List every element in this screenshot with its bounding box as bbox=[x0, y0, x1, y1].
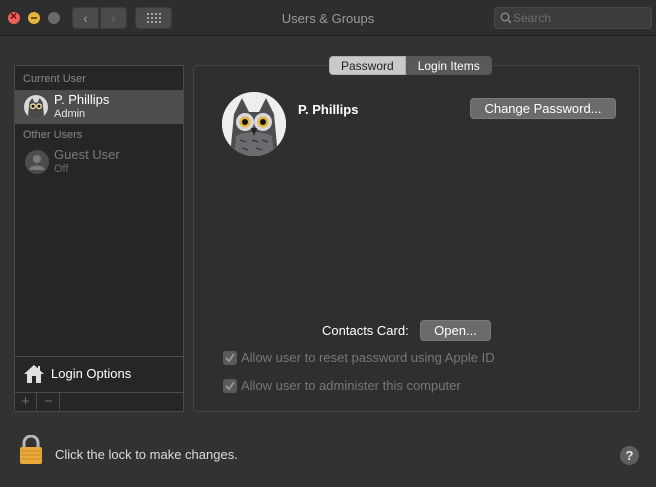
current-user-role: Admin bbox=[54, 108, 86, 120]
change-password-button[interactable]: Change Password... bbox=[470, 98, 616, 119]
add-user-button[interactable]: + bbox=[15, 393, 37, 412]
segmented-tabs: Password Login Items bbox=[329, 56, 492, 75]
user-row-current[interactable]: P. Phillips Admin bbox=[15, 90, 183, 124]
tab-login-items[interactable]: Login Items bbox=[405, 56, 492, 75]
administer-checkbox[interactable] bbox=[223, 379, 237, 393]
tab-password[interactable]: Password bbox=[329, 56, 406, 75]
administer-label: Allow user to administer this computer bbox=[241, 378, 461, 393]
contacts-card-label: Contacts Card: bbox=[322, 323, 409, 338]
user-full-name: P. Phillips bbox=[298, 102, 359, 117]
user-picture[interactable] bbox=[222, 92, 286, 156]
reset-password-label: Allow user to reset password using Apple… bbox=[241, 350, 495, 365]
other-users-header: Other Users bbox=[23, 129, 83, 141]
checkmark-icon bbox=[225, 381, 235, 391]
search-input[interactable] bbox=[513, 10, 647, 26]
checkmark-icon bbox=[225, 353, 235, 363]
users-sidebar: Current User P. Phillips Admin Other Use… bbox=[14, 65, 184, 412]
open-contacts-button[interactable]: Open... bbox=[420, 320, 491, 341]
current-user-header: Current User bbox=[23, 73, 86, 85]
search-field[interactable] bbox=[494, 7, 652, 29]
remove-user-button[interactable]: − bbox=[38, 393, 60, 412]
user-row-guest[interactable]: Guest User Off bbox=[15, 145, 183, 179]
help-button[interactable]: ? bbox=[620, 446, 639, 465]
current-user-name: P. Phillips bbox=[54, 92, 110, 107]
login-options-label: Login Options bbox=[51, 366, 132, 381]
house-icon bbox=[24, 365, 44, 383]
lock-status-text: Click the lock to make changes. bbox=[55, 447, 238, 462]
lock-icon bbox=[20, 434, 42, 464]
title-bar: ‹ › Users & Groups bbox=[0, 0, 656, 36]
person-icon bbox=[25, 150, 49, 174]
sidebar-footer: + − bbox=[15, 392, 183, 412]
guest-user-role: Off bbox=[54, 163, 69, 175]
reset-password-checkbox[interactable] bbox=[223, 351, 237, 365]
guest-user-name: Guest User bbox=[54, 147, 120, 162]
search-icon bbox=[500, 12, 512, 24]
login-options-item[interactable]: Login Options bbox=[15, 356, 183, 392]
lock-button[interactable] bbox=[19, 434, 43, 470]
owl-avatar bbox=[24, 95, 48, 119]
